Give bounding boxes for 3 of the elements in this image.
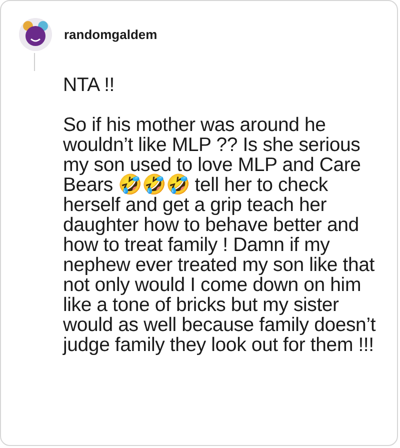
comment-text: NTA !!: [63, 75, 116, 95]
comment-text: So if his mother was around he wouldn’t like MLP ?? Is she serious my son used to love MLP and Care Bears 🤣🤣🤣 tell her to check herself and get a grip teach her daughter how to behave better and how to treat family ! Damn if my nephew ever treated my son like that not only would I come down on him like a tone of bricks but my sister would as well because family doesn’t judge family they look out for them !!!: [63, 115, 377, 355]
username[interactable]: randomgaldem: [64, 24, 158, 44]
